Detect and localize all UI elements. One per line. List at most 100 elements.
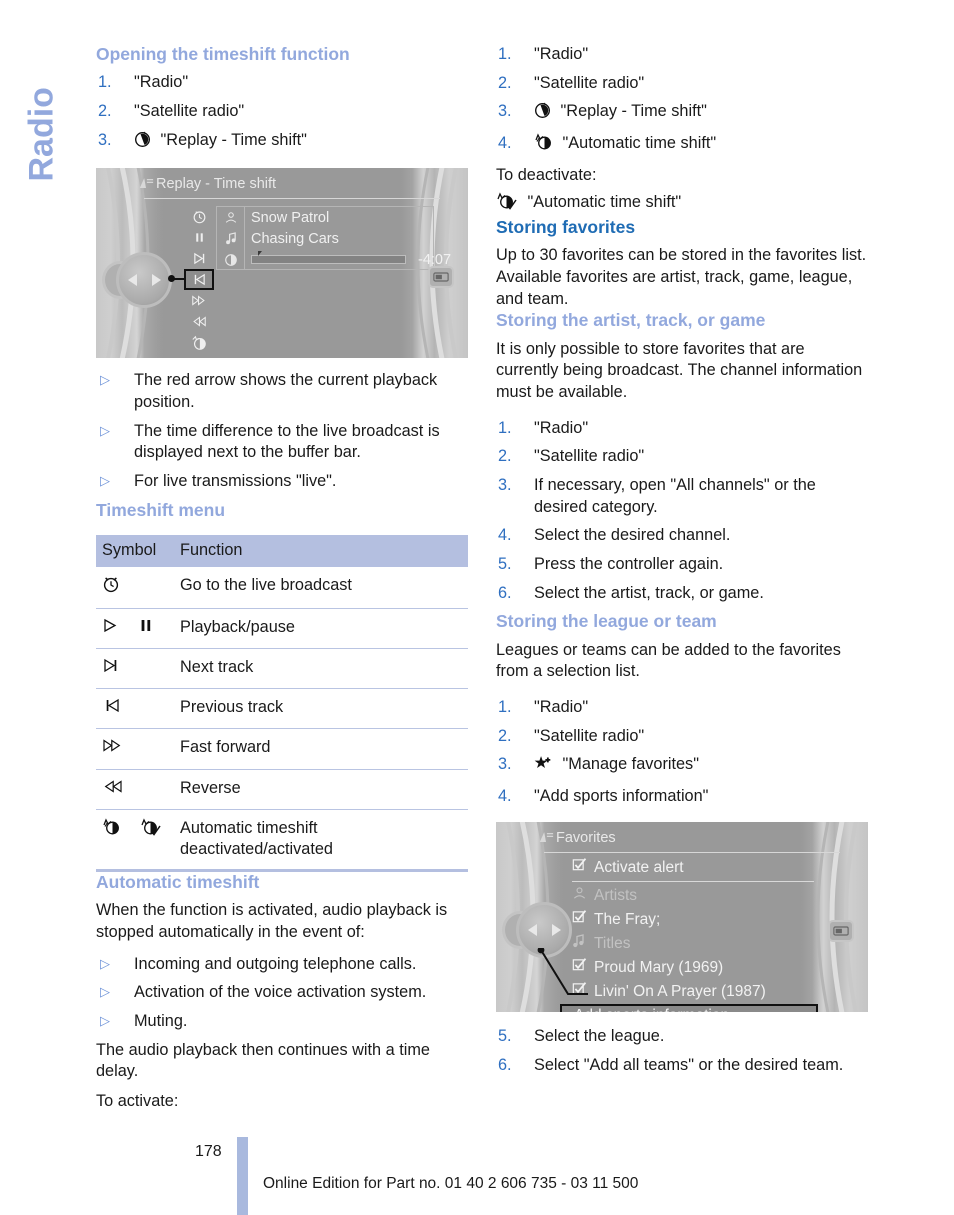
auto-timeshift-on-icon bbox=[140, 818, 162, 840]
play-icon bbox=[102, 618, 125, 637]
heading-timeshift-menu: Timeshift menu bbox=[96, 499, 226, 520]
step-text: "Satellite radio" bbox=[534, 447, 645, 466]
opening-steps-list: 1. "Radio" 2. "Satellite radio" 3. "Repl… bbox=[96, 72, 468, 154]
chapter-tab-label: Radio bbox=[22, 87, 61, 182]
table-head: Symbol Function bbox=[96, 535, 468, 568]
checkbox-checked-icon[interactable] bbox=[572, 858, 594, 877]
list-item: ▷ The time difference to the live broadc… bbox=[96, 421, 468, 464]
manual-page: Radio Opening the timeshift function 1. … bbox=[0, 0, 954, 1215]
note-text: The red arrow shows the current playback… bbox=[134, 371, 438, 412]
step-text: Press the controller again. bbox=[534, 555, 724, 574]
list-item-add-sports-information[interactable]: Add sports information bbox=[560, 1003, 818, 1012]
table-row: Playback/pause bbox=[96, 608, 468, 650]
checkbox-checked-icon[interactable] bbox=[572, 910, 594, 929]
screenshot-favorites: Favorites Activate alert Artists The Fra… bbox=[496, 821, 868, 1012]
step-number: 3. bbox=[98, 130, 112, 149]
step-text: "Automatic time shift" bbox=[562, 134, 717, 153]
deactivate-item-text: "Automatic time shift" bbox=[527, 193, 682, 212]
knob-inner-ring bbox=[116, 252, 172, 309]
screenshot-replay-timeshift: Replay - Time shift Snow Patrol Chasing … bbox=[96, 168, 468, 359]
table-row: Fast forward bbox=[96, 728, 468, 770]
table-body: Go to the live broadcast Playback/pause bbox=[96, 567, 468, 872]
step-text: "Add sports information" bbox=[534, 787, 709, 806]
step-text: "Radio" bbox=[534, 418, 589, 437]
list-item-the-fray[interactable]: The Fray; bbox=[568, 908, 818, 932]
heading-storing-league-team: Storing the league or team bbox=[496, 611, 717, 632]
list-item: ▷ The red arrow shows the current playba… bbox=[96, 370, 468, 413]
live-broadcast-icon bbox=[102, 577, 120, 597]
step-number: 3. bbox=[498, 755, 512, 774]
list-item-label: Artists bbox=[594, 886, 638, 904]
note-text: The time difference to the live broadcas… bbox=[134, 421, 440, 462]
next-track-icon[interactable] bbox=[184, 248, 214, 269]
function-cell: Go to the live broadcast bbox=[174, 567, 468, 610]
step-number: 2. bbox=[498, 447, 512, 466]
automatic-timeshift-icon[interactable] bbox=[184, 332, 214, 353]
artist-steps-list: 1. "Radio" 2. "Satellite radio" 3. If ne… bbox=[496, 418, 868, 605]
pause-icon[interactable] bbox=[184, 227, 214, 248]
list-item-activate-alert[interactable]: Activate alert bbox=[568, 856, 818, 880]
list-item: 3. If necessary, open "All channels" or … bbox=[496, 475, 868, 518]
step-number: 4. bbox=[498, 526, 512, 545]
league-intro-text: Leagues or teams can be added to the fav… bbox=[496, 640, 841, 681]
step-text: "Satellite radio" bbox=[134, 102, 245, 121]
step-text: "Manage favorites" bbox=[562, 755, 699, 774]
step-number: 2. bbox=[98, 102, 112, 121]
list-item: 2. "Satellite radio" bbox=[96, 101, 468, 123]
live-broadcast-icon[interactable] bbox=[184, 206, 214, 227]
list-item: 3. "Replay - Time shift" bbox=[96, 130, 468, 155]
table-row: Reverse bbox=[96, 769, 468, 810]
fast-forward-icon[interactable] bbox=[184, 290, 214, 311]
function-cell: Automatic timeshift deactivated/activate… bbox=[174, 809, 468, 872]
reverse-icon bbox=[102, 779, 123, 798]
step-number: 3. bbox=[498, 476, 512, 495]
chapter-tab: Radio bbox=[8, 40, 78, 182]
list-item: 4. Select the desired channel. bbox=[496, 525, 868, 547]
list-item: 6. Select "Add all teams" or the desired… bbox=[496, 1055, 868, 1077]
step-number: 1. bbox=[498, 418, 512, 437]
reverse-icon[interactable] bbox=[184, 311, 214, 332]
list-item: 5. Press the controller again. bbox=[496, 554, 868, 576]
step-number: 1. bbox=[498, 45, 512, 63]
step-text: Select the desired channel. bbox=[534, 526, 731, 545]
bullet-triangle-icon: ▷ bbox=[100, 473, 110, 489]
list-item: 3. "Replay - Time shift" bbox=[496, 101, 868, 126]
table-header-row: Symbol Function bbox=[96, 535, 468, 568]
screen-side-button-icon[interactable] bbox=[828, 919, 854, 942]
list-item-label: Activate alert bbox=[594, 858, 684, 876]
list-item: 2. "Satellite radio" bbox=[496, 73, 868, 95]
screen-header-icon bbox=[138, 177, 154, 193]
list-item-proud-mary[interactable]: Proud Mary (1969) bbox=[568, 956, 818, 980]
screen-header-icon bbox=[538, 831, 554, 847]
list-item: 6. Select the artist, track, or game. bbox=[496, 583, 868, 605]
favorites-intro-text: Up to 30 favorites can be stored in the … bbox=[496, 246, 867, 308]
previous-track-icon[interactable] bbox=[184, 269, 214, 291]
step-text: Select the league. bbox=[534, 1026, 665, 1045]
step-number: 5. bbox=[498, 1026, 512, 1045]
step-number: 6. bbox=[498, 583, 512, 602]
list-item: 2. "Satellite radio" bbox=[496, 446, 868, 468]
activate-steps-list: 1. "Radio" 2. "Satellite radio" 3. "Repl… bbox=[496, 44, 868, 158]
heading-storing-favorites: Storing favorites bbox=[496, 217, 636, 238]
buffer-bar[interactable] bbox=[251, 251, 406, 265]
list-item-titles[interactable]: Titles bbox=[568, 932, 818, 956]
track-icon bbox=[217, 228, 244, 249]
manage-favorites-star-icon bbox=[534, 755, 553, 779]
controller-knob[interactable] bbox=[102, 250, 174, 310]
callout-leader-line bbox=[537, 947, 588, 995]
page-footer: 178 Online Edition for Part no. 01 40 2 … bbox=[0, 1129, 954, 1215]
symbol-cell bbox=[96, 769, 174, 810]
screen-title: Replay - Time shift bbox=[156, 176, 277, 193]
automatic-bullets-list: ▷ Incoming and outgoing telephone calls.… bbox=[96, 954, 468, 1033]
step-text: "Radio" bbox=[134, 73, 189, 92]
list-item-livin-on-a-prayer[interactable]: Livin' On A Prayer (1987) bbox=[568, 980, 818, 1004]
knob-right-arrow-icon bbox=[152, 274, 161, 287]
artist-intro-text: It is only possible to store favorites t… bbox=[496, 339, 863, 402]
league-steps-list: 1. "Radio" 2. "Satellite radio" 3. "Mana… bbox=[496, 697, 868, 808]
screen-side-button-icon[interactable] bbox=[428, 266, 454, 289]
table-row: Automatic timeshift deactivated/activate… bbox=[96, 809, 468, 872]
list-item-artists[interactable]: Artists bbox=[568, 884, 818, 908]
step-text: Select "Add all teams" or the desired te… bbox=[534, 1055, 844, 1074]
list-item-label: Livin' On A Prayer (1987) bbox=[594, 982, 766, 1000]
pause-icon bbox=[139, 618, 153, 637]
